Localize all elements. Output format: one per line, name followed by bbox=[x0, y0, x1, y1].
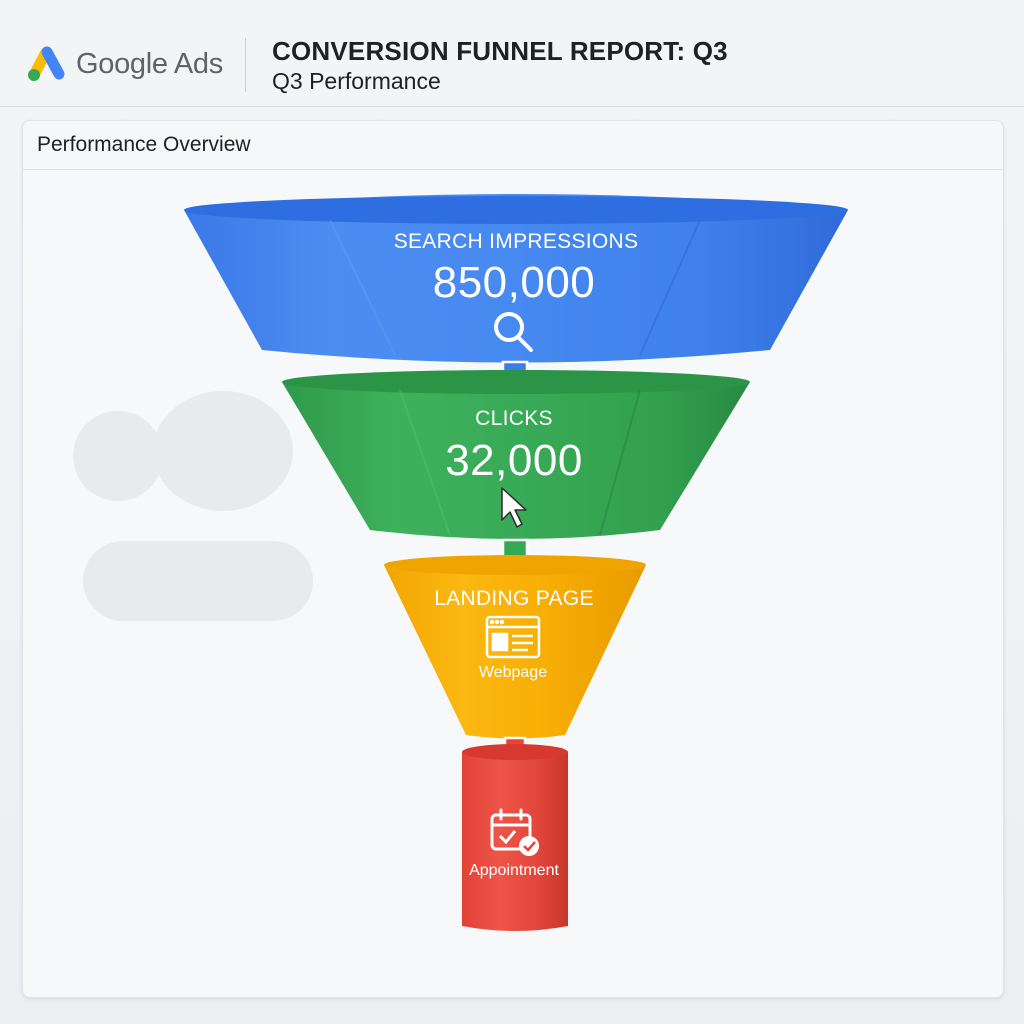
funnel-stage-appointment bbox=[462, 744, 568, 931]
landing-page-label: LANDING PAGE bbox=[434, 587, 594, 610]
impressions-label: SEARCH IMPRESSIONS bbox=[393, 230, 639, 253]
report-page: Google Ads CONVERSION FUNNEL REPORT: Q3 … bbox=[0, 0, 1024, 1024]
webpage-label: Webpage bbox=[478, 664, 548, 681]
clicks-value: 32,000 bbox=[445, 436, 583, 485]
clicks-label: CLICKS bbox=[475, 407, 553, 430]
funnel-stage-landing-page bbox=[384, 555, 646, 739]
appointment-label: Appointment bbox=[469, 862, 559, 879]
impressions-value: 850,000 bbox=[432, 258, 596, 307]
